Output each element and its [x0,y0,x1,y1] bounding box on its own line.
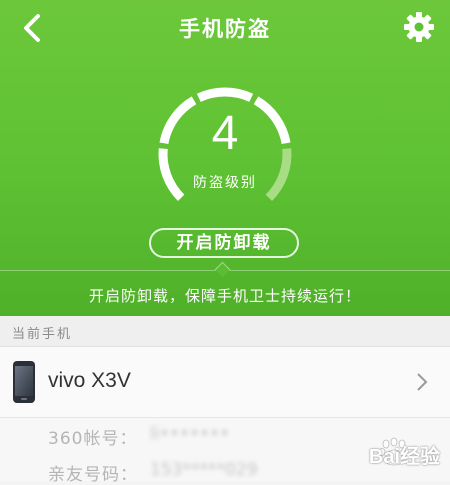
hero-panel: 手机防盗 4 防盗级别 开启防卸载 开启防卸载，保障手机卫士持续运行！ [0,0,450,316]
contact-number-label: 亲友号码： [48,465,138,485]
hero-tagline: 开启防卸载，保障手机卫士持续运行！ [88,287,361,305]
account-label: 360帐号： [48,429,138,449]
device-name: vivo X3V [48,369,131,392]
watermark-text: Bai经验 [368,446,440,468]
section-title: 当前手机 [12,327,73,342]
protection-level-number: 4 [211,107,239,160]
gauge-segment [196,87,254,102]
protection-level-label: 防盗级别 [193,175,257,191]
chevron-right-icon [417,373,428,391]
phone-icon [13,361,35,403]
account-value: li••••••• [150,424,230,444]
current-device-row[interactable]: vivo X3V [0,347,450,418]
divider-notch [214,261,231,278]
enable-uninstall-protection-button[interactable]: 开启防卸载 [149,228,299,258]
contact-number-value: 153*****029 [150,460,258,480]
current-phone-section-header: 当前手机 [0,316,450,347]
page-title: 手机防盗 [179,17,271,41]
gear-icon[interactable] [402,10,436,44]
